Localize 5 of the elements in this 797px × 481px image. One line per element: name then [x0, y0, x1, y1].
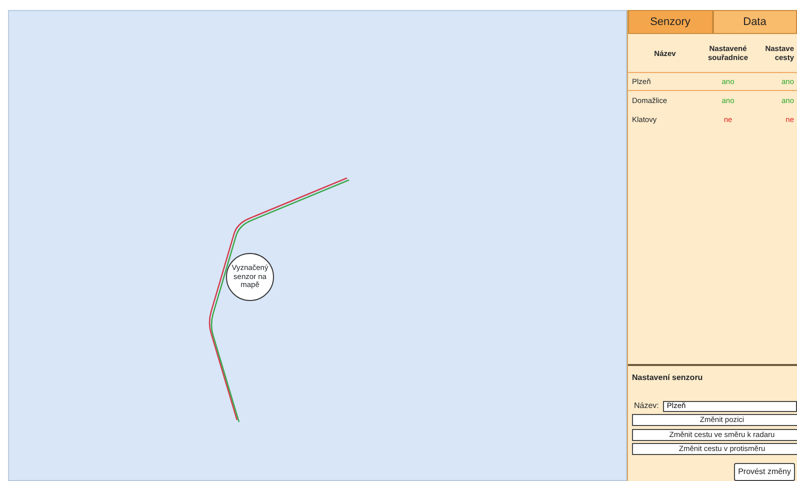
section-title: Nastavení senzoru	[632, 372, 704, 384]
tab[interactable]: Data	[712, 10, 797, 34]
field-label: Název:	[634, 400, 659, 412]
tab[interactable]: Senzory	[628, 10, 712, 34]
submit-button[interactable]: Provést změny	[734, 463, 795, 481]
